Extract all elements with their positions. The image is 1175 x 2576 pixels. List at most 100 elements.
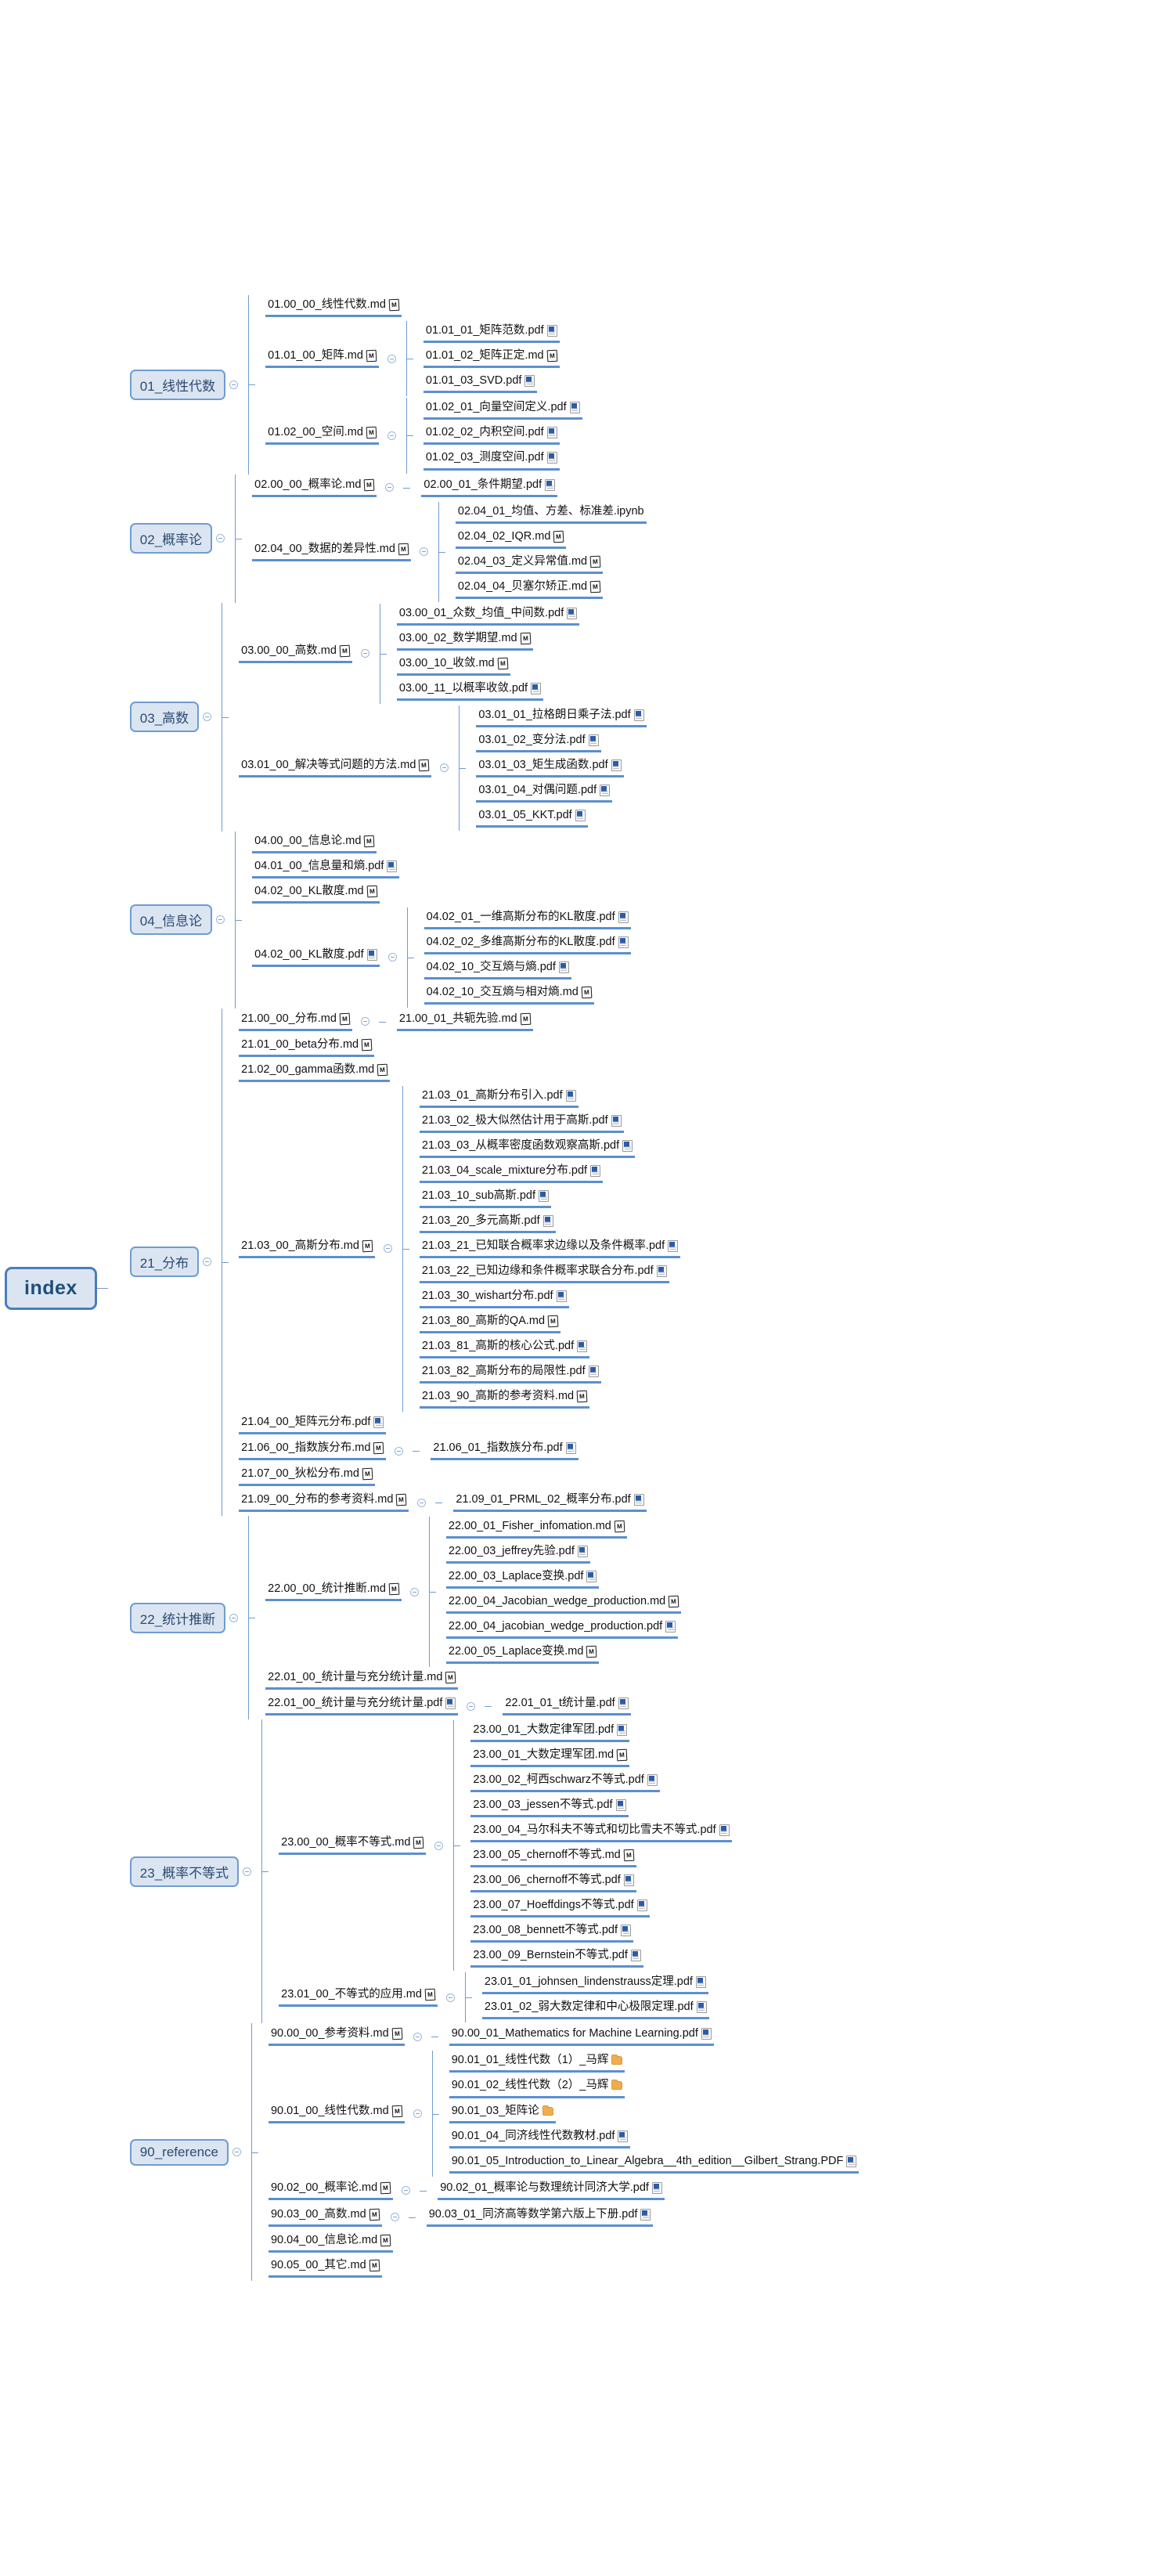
collapse-toggle[interactable] (417, 1498, 427, 1507)
mindmap-leaf[interactable]: 21.03_80_高斯的QA.md (419, 1312, 561, 1334)
mindmap-leaf[interactable]: 04.02_00_KL散度.pdf (252, 946, 380, 967)
mindmap-leaf[interactable]: 90.00_00_参考资料.md (268, 2025, 405, 2047)
mindmap-leaf[interactable]: 23.00_08_bennett不等式.pdf (470, 1921, 633, 1943)
collapse-toggle[interactable] (395, 1446, 404, 1456)
mindmap-leaf[interactable]: 21.03_22_已知边缘和条件概率求联合分布.pdf (419, 1262, 669, 1283)
collapse-toggle[interactable] (409, 1587, 419, 1596)
mindmap-leaf[interactable]: 90.01_04_同济线性代数教材.pdf (449, 2127, 631, 2148)
mindmap-leaf[interactable]: 02.00_01_条件期望.pdf (421, 476, 558, 497)
collapse-toggle[interactable] (243, 1867, 252, 1876)
branch-node-2[interactable]: 02_概率论 (129, 523, 213, 554)
mindmap-leaf[interactable]: 04.01_00_信息量和熵.pdf (252, 857, 400, 879)
mindmap-leaf[interactable]: 04.02_02_多维高斯分布的KL散度.pdf (424, 933, 631, 954)
mindmap-leaf[interactable]: 03.01_03_矩生成函数.pdf (476, 756, 624, 777)
collapse-toggle[interactable] (385, 483, 395, 492)
mindmap-leaf[interactable]: 01.02_02_内积空间.pdf (423, 424, 560, 446)
collapse-toggle[interactable] (360, 649, 369, 658)
mindmap-leaf[interactable]: 02.04_03_定义异常值.md (455, 553, 604, 574)
mindmap-leaf[interactable]: 01.01_00_矩阵.md (265, 347, 379, 369)
mindmap-leaf[interactable]: 02.04_04_贝塞尔矫正.md (455, 578, 604, 599)
collapse-toggle[interactable] (203, 713, 212, 722)
mindmap-leaf[interactable]: 21.03_03_从概率密度函数观察高斯.pdf (419, 1137, 636, 1158)
collapse-toggle[interactable] (216, 915, 225, 925)
mindmap-leaf[interactable]: 23.01_00_不等式的应用.md (279, 1986, 438, 2008)
collapse-toggle[interactable] (434, 1841, 444, 1850)
mindmap-leaf[interactable]: 03.01_04_对偶问题.pdf (476, 781, 613, 803)
root-node[interactable]: index (5, 1266, 97, 1310)
mindmap-leaf[interactable]: 22.01_00_统计量与充分统计量.md (265, 1669, 459, 1690)
mindmap-leaf[interactable]: 22.00_05_Laplace变换.md (445, 1643, 600, 1665)
mindmap-leaf[interactable]: 90.01_03_矩阵论 (449, 2102, 556, 2123)
mindmap-leaf[interactable]: 01.01_01_矩阵范数.pdf (423, 322, 560, 344)
mindmap-leaf[interactable]: 01.01_03_SVD.pdf (423, 372, 538, 394)
mindmap-leaf[interactable]: 21.00_00_分布.md (239, 1010, 352, 1031)
mindmap-leaf[interactable]: 21.03_10_sub高斯.pdf (419, 1187, 551, 1208)
mindmap-leaf[interactable]: 23.00_01_大数定律军团.pdf (470, 1721, 630, 1743)
mindmap-leaf[interactable]: 03.01_02_变分法.pdf (476, 731, 601, 752)
mindmap-leaf[interactable]: 90.01_02_线性代数（2）_马辉 (449, 2076, 625, 2098)
branch-node-5[interactable]: 21_分布 (129, 1247, 200, 1278)
mindmap-leaf[interactable]: 23.00_04_马尔科夫不等式和切比雪夫不等式.pdf (470, 1821, 732, 1843)
collapse-toggle[interactable] (413, 2109, 422, 2118)
collapse-toggle[interactable] (387, 431, 396, 440)
mindmap-leaf[interactable]: 21.03_90_高斯的参考资料.md (419, 1387, 590, 1409)
mindmap-leaf[interactable]: 21.03_01_高斯分布引入.pdf (419, 1087, 578, 1108)
mindmap-leaf[interactable]: 04.02_00_KL散度.md (252, 882, 380, 904)
collapse-toggle[interactable] (419, 547, 428, 557)
mindmap-leaf[interactable]: 23.00_07_Hoeffdings不等式.pdf (470, 1896, 650, 1918)
mindmap-leaf[interactable]: 03.00_00_高数.md (239, 642, 352, 663)
mindmap-leaf[interactable]: 21.07_00_狄松分布.md (239, 1465, 375, 1487)
mindmap-leaf[interactable]: 23.00_09_Bernstein不等式.pdf (470, 1946, 643, 1968)
mindmap-leaf[interactable]: 90.05_00_其它.md (268, 2257, 382, 2278)
mindmap-leaf[interactable]: 04.02_10_交互熵与相对熵.md (424, 983, 594, 1005)
mindmap-leaf[interactable]: 01.02_00_空间.md (265, 424, 379, 446)
mindmap-leaf[interactable]: 03.01_05_KKT.pdf (476, 806, 588, 828)
mindmap-leaf[interactable]: 23.00_06_chernoff不等式.pdf (470, 1871, 636, 1893)
mindmap-leaf[interactable]: 01.02_03_测度空间.pdf (423, 449, 560, 471)
mindmap-leaf[interactable]: 90.02_00_概率论.md (268, 2179, 394, 2200)
collapse-toggle[interactable] (387, 953, 397, 962)
mindmap-leaf[interactable]: 23.00_00_概率不等式.md (279, 1834, 427, 1856)
mindmap-leaf[interactable]: 21.03_30_wishart分布.pdf (419, 1287, 569, 1309)
mindmap-leaf[interactable]: 21.03_04_scale_mixture分布.pdf (419, 1162, 604, 1183)
mindmap-leaf[interactable]: 90.03_01_同济高等数学第六版上下册.pdf (426, 2206, 654, 2227)
mindmap-leaf[interactable]: 21.03_02_极大似然估计用于高斯.pdf (419, 1112, 624, 1133)
branch-node-1[interactable]: 01_线性代数 (129, 369, 226, 400)
collapse-toggle[interactable] (232, 2148, 241, 2157)
mindmap-leaf[interactable]: 23.00_05_chernoff不等式.md (470, 1846, 636, 1868)
mindmap-leaf[interactable]: 02.04_00_数据的差异性.md (252, 540, 411, 561)
mindmap-leaf[interactable]: 03.01_01_拉格朗日乘子法.pdf (476, 706, 647, 727)
mindmap-leaf[interactable]: 21.04_00_矩阵元分布.pdf (239, 1413, 387, 1435)
mindmap-leaf[interactable]: 21.03_81_高斯的核心公式.pdf (419, 1337, 590, 1359)
mindmap-leaf[interactable]: 21.09_00_分布的参考资料.md (239, 1491, 409, 1513)
branch-node-6[interactable]: 22_统计推断 (129, 1602, 226, 1633)
mindmap-leaf[interactable]: 21.03_82_高斯分布的局限性.pdf (419, 1362, 601, 1384)
mindmap-leaf[interactable]: 23.00_01_大数定理军团.md (470, 1746, 630, 1768)
mindmap-leaf[interactable]: 21.06_01_指数族分布.pdf (431, 1439, 578, 1461)
branch-node-4[interactable]: 04_信息论 (129, 904, 213, 936)
mindmap-leaf[interactable]: 01.00_00_线性代数.md (265, 296, 402, 318)
mindmap-leaf[interactable]: 90.01_01_线性代数（1）_马辉 (449, 2051, 625, 2073)
mindmap-leaf[interactable]: 04.02_10_交互熵与熵.pdf (424, 958, 571, 980)
mindmap-leaf[interactable]: 03.00_01_众数_均值_中间数.pdf (396, 604, 580, 626)
mindmap-leaf[interactable]: 01.01_02_矩阵正定.md (423, 347, 560, 369)
collapse-toggle[interactable] (229, 380, 239, 389)
collapse-toggle[interactable] (402, 2186, 411, 2195)
mindmap-leaf[interactable]: 22.00_00_统计推断.md (265, 1580, 402, 1602)
mindmap-leaf[interactable]: 21.06_00_指数族分布.md (239, 1439, 387, 1461)
mindmap-leaf[interactable]: 22.01_01_t统计量.pdf (503, 1694, 631, 1716)
mindmap-leaf[interactable]: 21.03_21_已知联合概率求边缘以及条件概率.pdf (419, 1237, 681, 1258)
mindmap-leaf[interactable]: 04.02_01_一维高斯分布的KL散度.pdf (424, 908, 631, 929)
mindmap-leaf[interactable]: 21.01_00_beta分布.md (239, 1036, 375, 1057)
mindmap-leaf[interactable]: 22.00_03_Laplace变换.pdf (445, 1568, 600, 1589)
mindmap-leaf[interactable]: 23.00_03_jessen不等式.pdf (470, 1796, 629, 1818)
branch-node-8[interactable]: 90_reference (129, 2138, 229, 2166)
collapse-toggle[interactable] (440, 763, 449, 773)
collapse-toggle[interactable] (390, 2213, 399, 2222)
mindmap-leaf[interactable]: 23.01_01_johnsen_lindenstrauss定理.pdf (481, 1973, 708, 1995)
collapse-toggle[interactable] (360, 1017, 369, 1026)
collapse-toggle[interactable] (387, 354, 396, 363)
mindmap-leaf[interactable]: 21.03_20_多元高斯.pdf (419, 1212, 556, 1233)
mindmap-leaf[interactable]: 90.00_01_Mathematics for Machine Learnin… (449, 2025, 714, 2047)
branch-node-3[interactable]: 03_高数 (129, 702, 200, 733)
